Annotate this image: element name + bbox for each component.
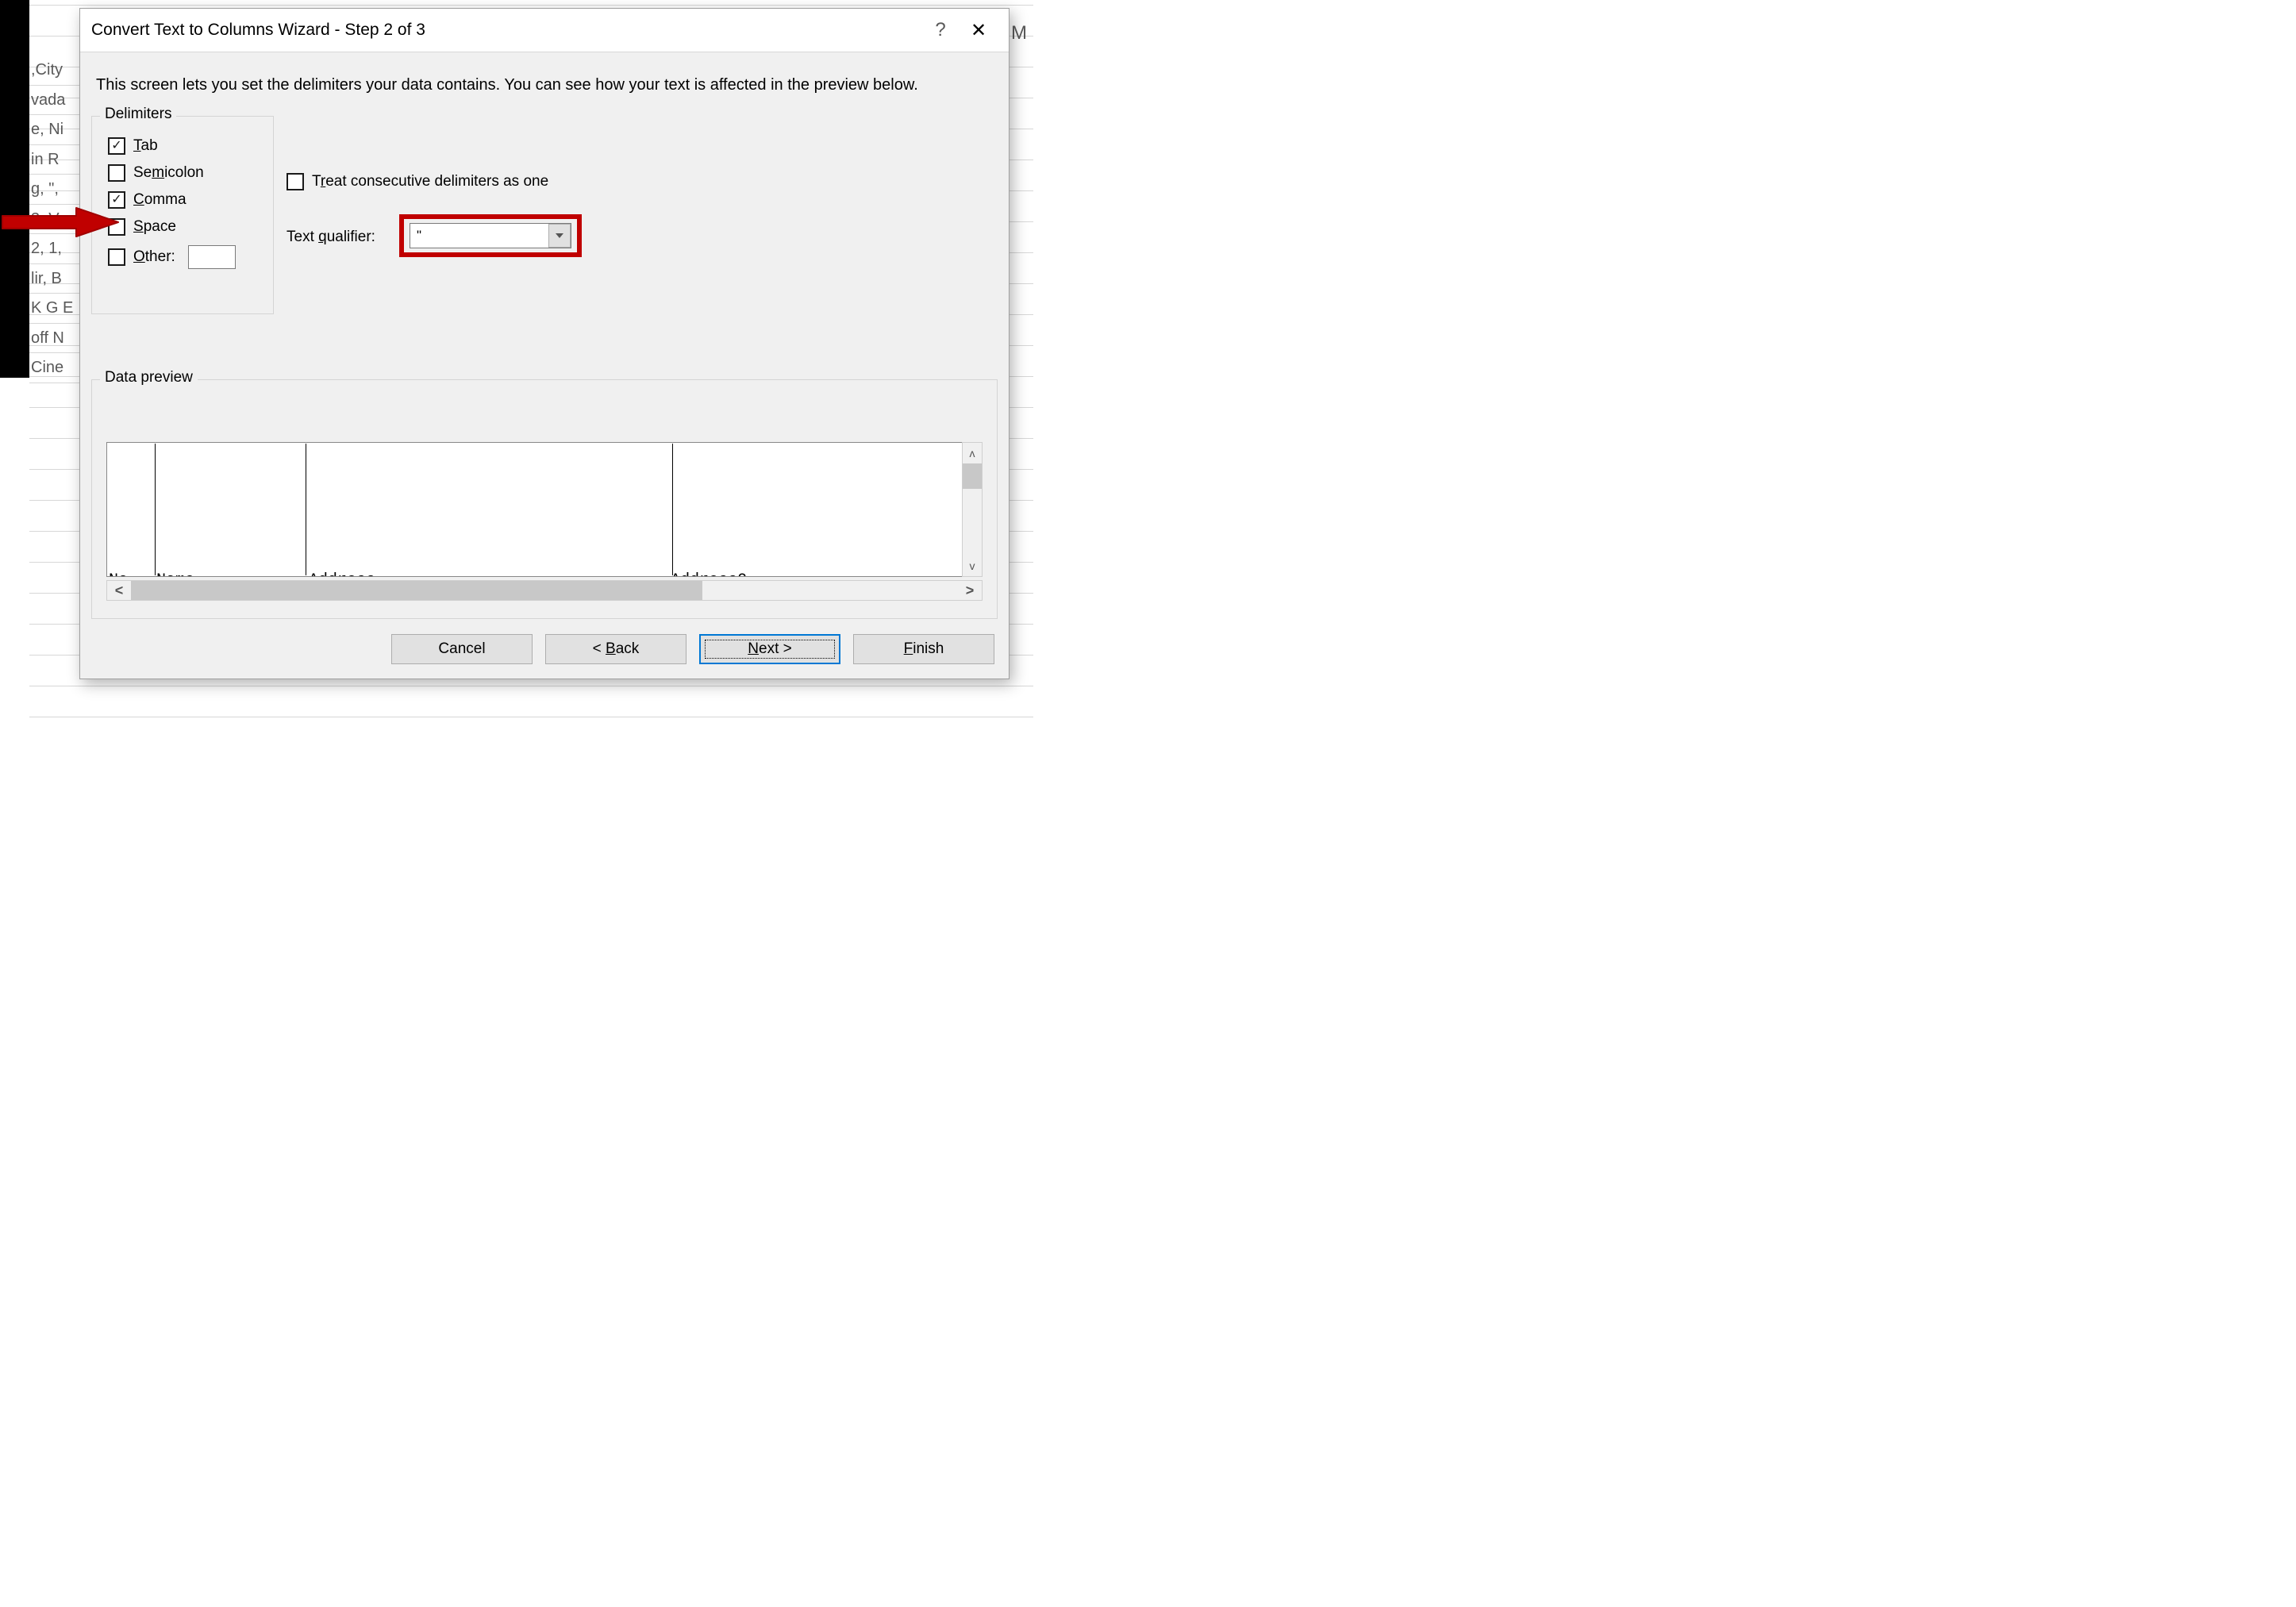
- left-black-strip: [0, 0, 29, 378]
- delimiter-semicolon-label: Semicolon: [133, 164, 204, 182]
- delimiter-comma-label: Comma: [133, 191, 187, 209]
- preview-header-row: No. Name Address Address2: [107, 571, 982, 577]
- text-qualifier-highlight: ": [399, 214, 582, 257]
- stage: M ,City vada e, Ni in R g, ", 3, V 2, 1,…: [0, 0, 1033, 723]
- wizard-dialog: Convert Text to Columns Wizard - Step 2 …: [79, 8, 1010, 679]
- checkbox-treat-consecutive[interactable]: [287, 173, 304, 190]
- cell-fragment: off N: [29, 324, 80, 354]
- hscroll-thumb[interactable]: [131, 581, 702, 600]
- behind-cells: ,City vada e, Ni in R g, ", 3, V 2, 1, l…: [29, 8, 80, 383]
- checkbox-space[interactable]: [108, 218, 125, 236]
- delimiters-group: Delimiters ✓ Tab Semicolon ✓ Comma: [91, 116, 274, 314]
- help-icon[interactable]: ?: [921, 19, 960, 41]
- delimiter-semicolon-row[interactable]: Semicolon: [108, 164, 273, 182]
- treat-consecutive-row[interactable]: Treat consecutive delimiters as one: [287, 173, 548, 190]
- scroll-up-icon[interactable]: ʌ: [963, 443, 982, 463]
- cell-fragment: 2, 1,: [29, 234, 80, 264]
- column-header-M: M: [1011, 22, 1027, 44]
- preview-hscrollbar[interactable]: < >: [106, 580, 983, 601]
- data-preview-legend: Data preview: [100, 369, 198, 386]
- checkbox-other[interactable]: [108, 248, 125, 266]
- treat-consecutive-label: Treat consecutive delimiters as one: [312, 173, 548, 190]
- back-button[interactable]: < Back: [545, 634, 686, 664]
- dialog-footer: Cancel < Back Next > Finish: [80, 625, 1009, 679]
- cell-fragment: ,City: [29, 56, 80, 86]
- delimiter-other-row[interactable]: Other:: [108, 245, 273, 269]
- delimiters-legend: Delimiters: [100, 106, 176, 123]
- cell-fragment: vada: [29, 86, 80, 116]
- delimiter-tab-row[interactable]: ✓ Tab: [108, 137, 273, 155]
- preview-grid[interactable]: No. Name Address Address2 1 Mary Elizabe…: [106, 442, 983, 577]
- checkbox-comma[interactable]: ✓: [108, 191, 125, 209]
- delimiter-space-row[interactable]: Space: [108, 218, 273, 236]
- scroll-right-icon[interactable]: >: [958, 581, 982, 600]
- text-qualifier-value: ": [410, 228, 548, 244]
- scroll-left-icon[interactable]: <: [107, 581, 131, 600]
- chevron-down-icon: [556, 233, 563, 238]
- scroll-down-icon[interactable]: v: [963, 556, 982, 576]
- other-delimiter-input[interactable]: [188, 245, 236, 269]
- checkbox-semicolon[interactable]: [108, 164, 125, 182]
- delimiter-other-label: Other:: [133, 248, 175, 266]
- cell-fragment: in R: [29, 145, 80, 175]
- dialog-titlebar[interactable]: Convert Text to Columns Wizard - Step 2 …: [80, 9, 1009, 52]
- close-icon[interactable]: ✕: [960, 19, 998, 42]
- data-preview-group: Data preview No. Name Address Address2 1…: [91, 379, 998, 619]
- delimiter-space-label: Space: [133, 218, 176, 236]
- dialog-title: Convert Text to Columns Wizard - Step 2 …: [91, 21, 921, 40]
- checkbox-tab[interactable]: ✓: [108, 137, 125, 155]
- next-button[interactable]: Next >: [699, 634, 840, 664]
- dropdown-button[interactable]: [548, 224, 571, 248]
- vscroll-thumb[interactable]: [963, 463, 982, 489]
- text-qualifier-select[interactable]: ": [410, 223, 571, 248]
- finish-button[interactable]: Finish: [853, 634, 994, 664]
- cell-fragment: 3, V: [29, 205, 80, 235]
- text-qualifier-label: Text qualifier:: [287, 229, 375, 246]
- delimiter-comma-row[interactable]: ✓ Comma: [108, 191, 273, 209]
- cancel-button[interactable]: Cancel: [391, 634, 533, 664]
- cell-fragment: K G E: [29, 294, 80, 324]
- preview-vscrollbar[interactable]: ʌ v: [962, 442, 983, 577]
- dialog-description: This screen lets you set the delimiters …: [96, 76, 993, 94]
- cell-fragment: e, Ni: [29, 115, 80, 145]
- cell-fragment: g, ",: [29, 175, 80, 205]
- cell-fragment: Cine: [29, 353, 80, 383]
- delimiter-tab-label: Tab: [133, 137, 158, 155]
- dialog-body: This screen lets you set the delimiters …: [80, 52, 1009, 625]
- cell-fragment: lir, B: [29, 264, 80, 294]
